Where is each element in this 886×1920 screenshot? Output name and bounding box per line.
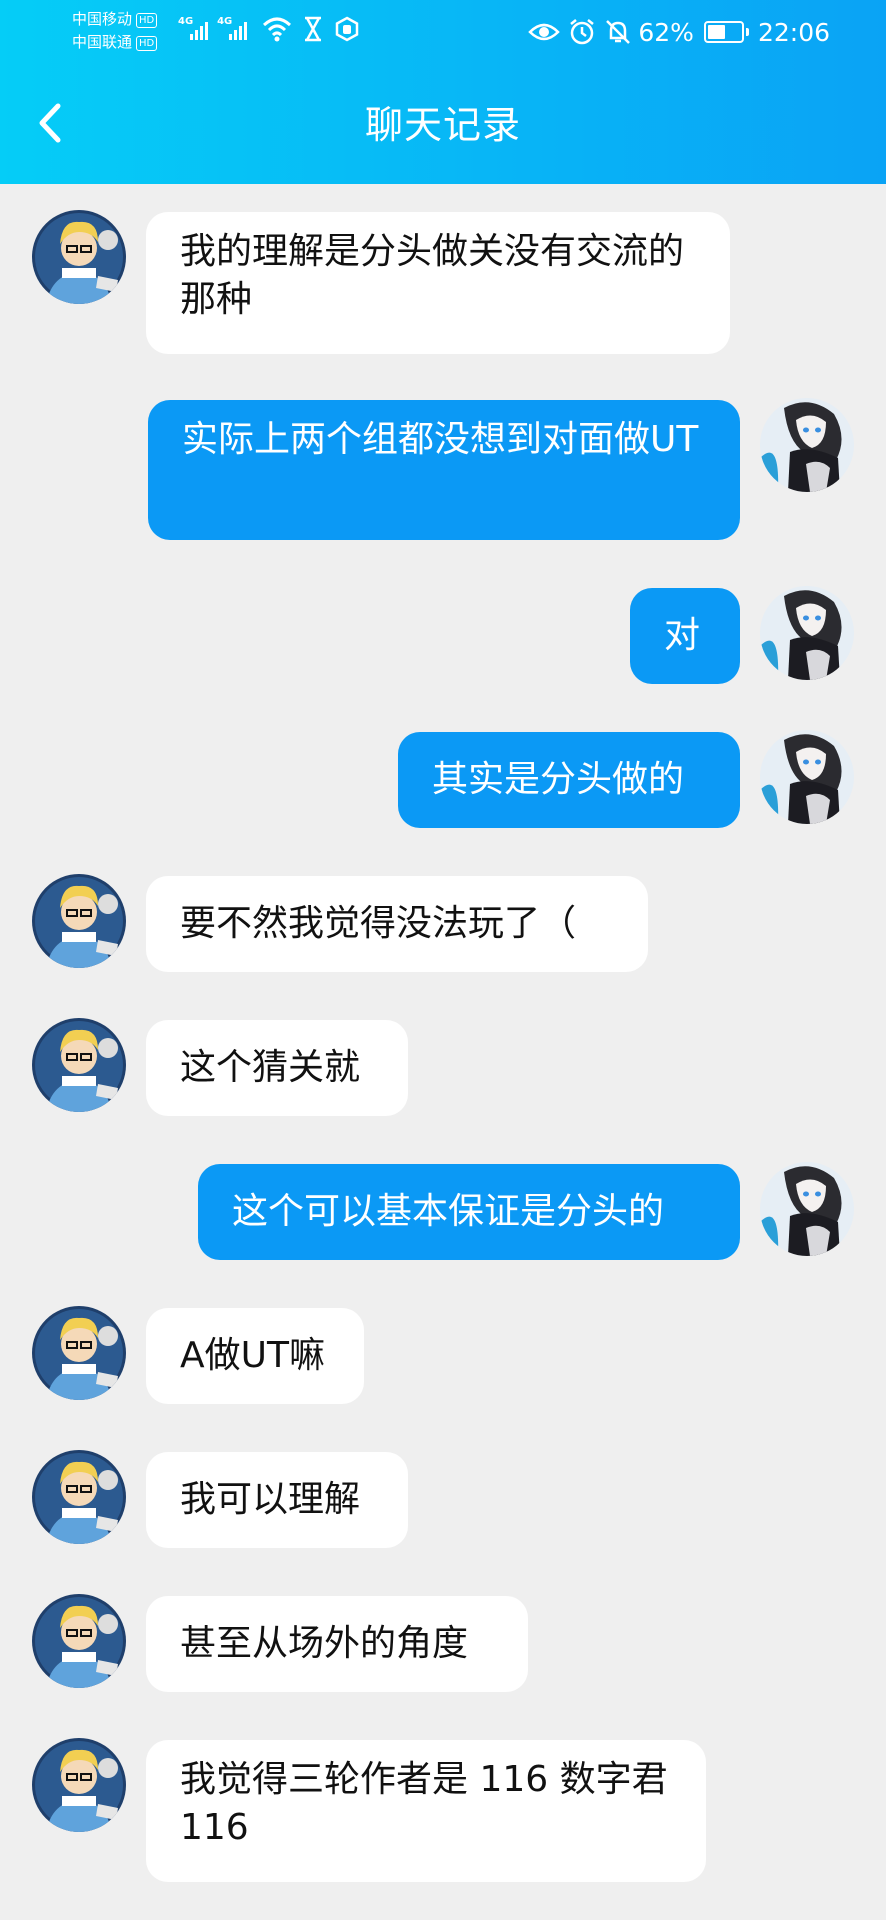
hand-icon	[336, 16, 359, 42]
carrier-2: 中国联通 HD	[72, 31, 158, 54]
eye-icon	[528, 23, 561, 41]
message-bubble[interactable]: 其实是分头做的	[398, 732, 740, 828]
message-bubble[interactable]: 我可以理解	[146, 1452, 408, 1548]
hd-badge: HD	[136, 36, 158, 51]
network-type-label: 4G	[217, 16, 233, 27]
chat-history[interactable]: 我的理解是分头做关没有交流的那种 实际上两个组都没想到对面做UT 对其实是分头做的要…	[0, 184, 886, 1920]
contact-avatar[interactable]	[32, 1450, 126, 1544]
bell-muted-icon	[606, 20, 631, 44]
user-avatar[interactable]	[760, 398, 854, 492]
signal-group: 4G 4G	[178, 16, 360, 48]
signal-icon: 4G	[178, 16, 212, 44]
contact-avatar[interactable]	[32, 1594, 126, 1688]
message-bubble[interactable]: 实际上两个组都没想到对面做UT	[148, 400, 740, 540]
carrier-2-label: 中国联通	[72, 33, 133, 51]
message-bubble[interactable]: A做UT嘛	[146, 1308, 364, 1404]
incoming-message: 我觉得三轮作者是 116 数字君 116	[0, 1738, 886, 1882]
message-bubble[interactable]: 这个可以基本保证是分头的	[198, 1164, 740, 1260]
message-bubble[interactable]: 对	[630, 588, 740, 684]
message-bubble[interactable]: 我的理解是分头做关没有交流的那种	[146, 212, 730, 354]
battery-fill	[707, 25, 726, 39]
outgoing-message: 实际上两个组都没想到对面做UT	[0, 398, 886, 540]
incoming-message: 我可以理解	[0, 1450, 886, 1548]
nav-bar: 聊天记录	[0, 80, 886, 170]
clock: 22:06	[757, 17, 830, 47]
contact-avatar[interactable]	[32, 1018, 126, 1112]
incoming-message: A做UT嘛	[0, 1306, 886, 1404]
carrier-1-label: 中国移动	[72, 10, 133, 28]
contact-avatar[interactable]	[32, 1738, 126, 1832]
outgoing-message: 其实是分头做的	[0, 730, 886, 828]
incoming-message: 甚至从场外的角度	[0, 1594, 886, 1692]
hourglass-icon	[305, 16, 322, 42]
user-avatar[interactable]	[760, 730, 854, 824]
contact-avatar[interactable]	[32, 210, 126, 304]
signal-icon: 4G	[217, 16, 251, 44]
carrier-1: 中国移动 HD	[72, 8, 158, 31]
incoming-message: 我的理解是分头做关没有交流的那种	[0, 210, 886, 354]
message-bubble[interactable]: 我觉得三轮作者是 116 数字君 116	[146, 1740, 706, 1882]
user-avatar[interactable]	[760, 1162, 854, 1256]
incoming-message: 要不然我觉得没法玩了（	[0, 874, 886, 972]
message-bubble[interactable]: 这个猜关就	[146, 1020, 408, 1116]
contact-avatar[interactable]	[32, 874, 126, 968]
battery-icon	[703, 21, 749, 43]
carrier-info: 中国移动 HD 中国联通 HD	[72, 8, 158, 54]
message-bubble[interactable]: 甚至从场外的角度	[146, 1596, 528, 1692]
header: 中国移动 HD 中国联通 HD 4G 4G 62% 22:06 聊天记录	[0, 0, 886, 184]
outgoing-message: 这个可以基本保证是分头的	[0, 1162, 886, 1260]
network-type-label: 4G	[178, 16, 194, 27]
wifi-icon	[263, 17, 292, 42]
user-avatar[interactable]	[760, 586, 854, 680]
alarm-icon	[570, 19, 595, 45]
status-bar: 中国移动 HD 中国联通 HD 4G 4G 62% 22:06	[0, 0, 886, 70]
right-status-group: 62% 22:06	[528, 14, 830, 50]
hd-badge: HD	[136, 13, 158, 28]
contact-avatar[interactable]	[32, 1306, 126, 1400]
battery-percent: 62%	[638, 17, 694, 47]
incoming-message: 这个猜关就	[0, 1018, 886, 1116]
outgoing-message: 对	[0, 586, 886, 684]
page-title: 聊天记录	[364, 103, 521, 147]
message-bubble[interactable]: 要不然我觉得没法玩了（	[146, 876, 648, 972]
